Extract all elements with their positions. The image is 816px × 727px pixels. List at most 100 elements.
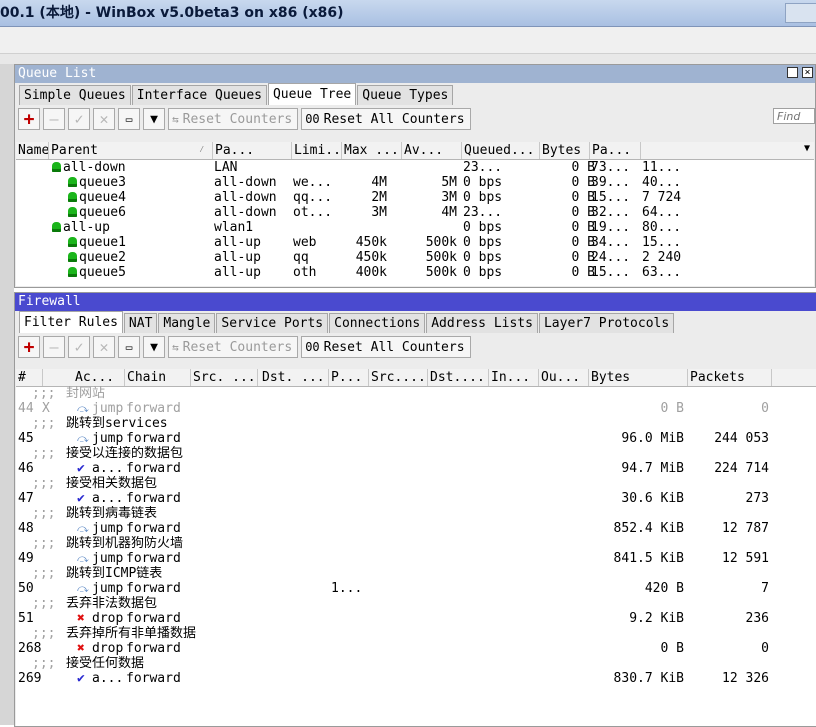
remove-rule-button[interactable]: — [43,336,65,358]
queue-tab-queue-tree[interactable]: Queue Tree [267,83,357,105]
filter-rule-row[interactable]: 268 ✖ drop forward 0 B 0 [16,641,816,656]
queue-row[interactable]: queue6 all-down ot... 3M 4M 23... 0 B 32... 64..… [16,205,814,220]
queue-col-header[interactable]: Name [16,142,49,159]
queue-row[interactable]: queue1 all-up web 450k 500k 0 bps 0 B 34... 15..… [16,235,814,250]
close-icon[interactable]: × [802,67,813,78]
filter-rule-row[interactable]: 46 ✔ a... forward 94.7 MiB 224 714 [16,461,816,476]
enable-rule-button[interactable]: ✓ [68,336,90,358]
filter-rule-row[interactable]: 51 ✖ drop forward 9.2 KiB 236 [16,611,816,626]
find-input[interactable] [773,108,815,124]
queue-name-cell[interactable]: queue3 [68,175,218,190]
window-title: 00.1 (本地) - WinBox v5.0beta3 on x86 (x86… [0,5,344,21]
disable-rule-button[interactable]: ✕ [93,336,115,358]
filter-col-header[interactable]: Bytes [589,369,688,386]
queue-name-cell[interactable]: queue5 [68,265,218,280]
firewall-tab-mangle[interactable]: Mangle [158,313,216,333]
queue-col-header[interactable]: Pa... [590,142,641,159]
queue-name-cell[interactable]: queue2 [68,250,218,265]
filter-col-header[interactable]: Ac... [73,369,125,386]
workspace-background [0,54,816,64]
queue-col-header[interactable]: Parent [49,142,213,159]
filter-rule-row[interactable]: 50 ⤼ jump forward 1... 420 B 7 [16,581,816,596]
rule-comment-row[interactable]: ;;; 跳转到病毒链表 [16,506,816,521]
queue-row[interactable]: queue2 all-up qq 450k 500k 0 bps 0 B 24... 2 240 [16,250,814,265]
column-menu-icon[interactable]: ▼ [804,143,810,154]
rule-comment-row[interactable]: ;;; 丢弃掉所有非单播数据 [16,626,816,641]
firewall-tab-layer7-protocols[interactable]: Layer7 Protocols [538,313,675,333]
reset-all-counters-button[interactable]: 00 Reset All Counters [301,108,471,130]
queue-icon [68,267,77,277]
queue-row[interactable]: all-down LAN 23... 0 B 73... 11... [16,160,814,175]
filter-rule-row[interactable]: 49 ⤼ jump forward 841.5 KiB 12 591 [16,551,816,566]
firewall-tab-address-lists[interactable]: Address Lists [426,313,538,333]
rule-comment-row[interactable]: ;;; 封网站 [16,386,816,401]
filter-rule-row[interactable]: 269 ✔ a... forward 830.7 KiB 12 326 [16,671,816,686]
queue-row[interactable]: queue5 all-up oth 400k 500k 0 bps 0 B 15... 63..… [16,265,814,280]
fw-reset-counters-button[interactable]: ⇆ Reset Counters [168,336,299,358]
queue-col-header[interactable]: Av... [402,142,462,159]
filter-col-header[interactable]: P... [329,369,369,386]
rule-comment-row[interactable]: ;;; 跳转到ICMP链表 [16,566,816,581]
rule-comment: 接受任何数据 [66,656,145,671]
queue-col-header[interactable]: Max ... [342,142,402,159]
filter-rule-row[interactable]: 45 ⤼ jump forward 96.0 MiB 244 053 [16,431,816,446]
filter-col-header[interactable]: # [16,369,43,386]
rule-comment-row[interactable]: ;;; 跳转到机器狗防火墙 [16,536,816,551]
rule-comment-row[interactable]: ;;; 接受任何数据 [16,656,816,671]
queue-tab-queue-types[interactable]: Queue Types [357,85,454,105]
rule-comment-row[interactable]: ;;; 丢弃非法数据包 [16,596,816,611]
add-rule-button[interactable]: + [18,336,40,358]
disable-button[interactable]: ✕ [93,108,115,130]
rule-flag [42,491,54,506]
filter-col-header[interactable]: Src. ... [191,369,258,386]
queue-row[interactable]: queue3 all-down we... 4M 5M 0 bps 0 B 39... 40..… [16,175,814,190]
queue-name-cell[interactable]: queue1 [68,235,218,250]
firewall-tab-service-ports[interactable]: Service Ports [216,313,329,333]
comment-button[interactable]: ▭ [118,108,140,130]
queue-name-cell[interactable]: all-up [52,220,202,235]
fw-reset-all-counters-label: Reset All Counters [323,339,465,355]
rule-comment-row[interactable]: ;;; 接受相关数据包 [16,476,816,491]
queue-parent-cell: wlan1 [214,220,254,235]
firewall-tab-filter-rules[interactable]: Filter Rules [19,311,123,333]
filter-col-header[interactable]: Src.... [369,369,428,386]
remove-button[interactable]: — [43,108,65,130]
queue-col-header[interactable]: Queued... [462,142,540,159]
add-button[interactable]: + [18,108,40,130]
reset-counters-button[interactable]: ⇆ Reset Counters [168,108,299,130]
rule-comment-row[interactable]: ;;; 跳转到services [16,416,816,431]
window-controls[interactable] [785,3,816,23]
filter-rule-row[interactable]: 47 ✔ a... forward 30.6 KiB 273 [16,491,816,506]
rule-chain: forward [126,431,181,446]
queue-col-header[interactable]: Limi... [292,142,342,159]
queue-tab-interface-queues[interactable]: Interface Queues [131,85,267,105]
firewall-tab-connections[interactable]: Connections [329,313,426,333]
filter-col-header[interactable]: Dst.... [428,369,489,386]
reset-counters-label: Reset Counters [182,111,293,127]
filter-col-header[interactable]: Ou... [539,369,589,386]
filter-rule-button[interactable]: ▼ [143,336,165,358]
queue-name: queue4 [79,190,126,205]
queue-name-cell[interactable]: queue4 [68,190,218,205]
enable-button[interactable]: ✓ [68,108,90,130]
queue-name-cell[interactable]: all-down [52,160,202,175]
filter-rule-row[interactable]: 48 ⤼ jump forward 852.4 KiB 12 787 [16,521,816,536]
filter-col-header[interactable]: Chain [125,369,191,386]
filter-col-header[interactable]: Packets [688,369,772,386]
queue-col-header[interactable]: Pa... [213,142,292,159]
drop-icon: ✖ [77,611,85,626]
queue-name-cell[interactable]: queue6 [68,205,218,220]
filter-col-header[interactable]: In... [489,369,539,386]
queue-tab-simple-queues[interactable]: Simple Queues [19,85,131,105]
filter-col-header[interactable]: Dst. ... [260,369,329,386]
rule-comment-row[interactable]: ;;; 接受以连接的数据包 [16,446,816,461]
restore-icon[interactable] [787,67,798,78]
filter-button[interactable]: ▼ [143,108,165,130]
fw-reset-all-counters-button[interactable]: 00 Reset All Counters [301,336,471,358]
queue-row[interactable]: queue4 all-down qq... 2M 3M 0 bps 0 B 15... 7 72… [16,190,814,205]
queue-col-header[interactable]: Bytes [540,142,590,159]
firewall-tab-nat[interactable]: NAT [123,313,158,333]
filter-rule-row[interactable]: 44 X ⤼ jump forward 0 B 0 [16,401,816,416]
comment-rule-button[interactable]: ▭ [118,336,140,358]
queue-row[interactable]: all-up wlan1 0 bps 0 B 19... 80... [16,220,814,235]
